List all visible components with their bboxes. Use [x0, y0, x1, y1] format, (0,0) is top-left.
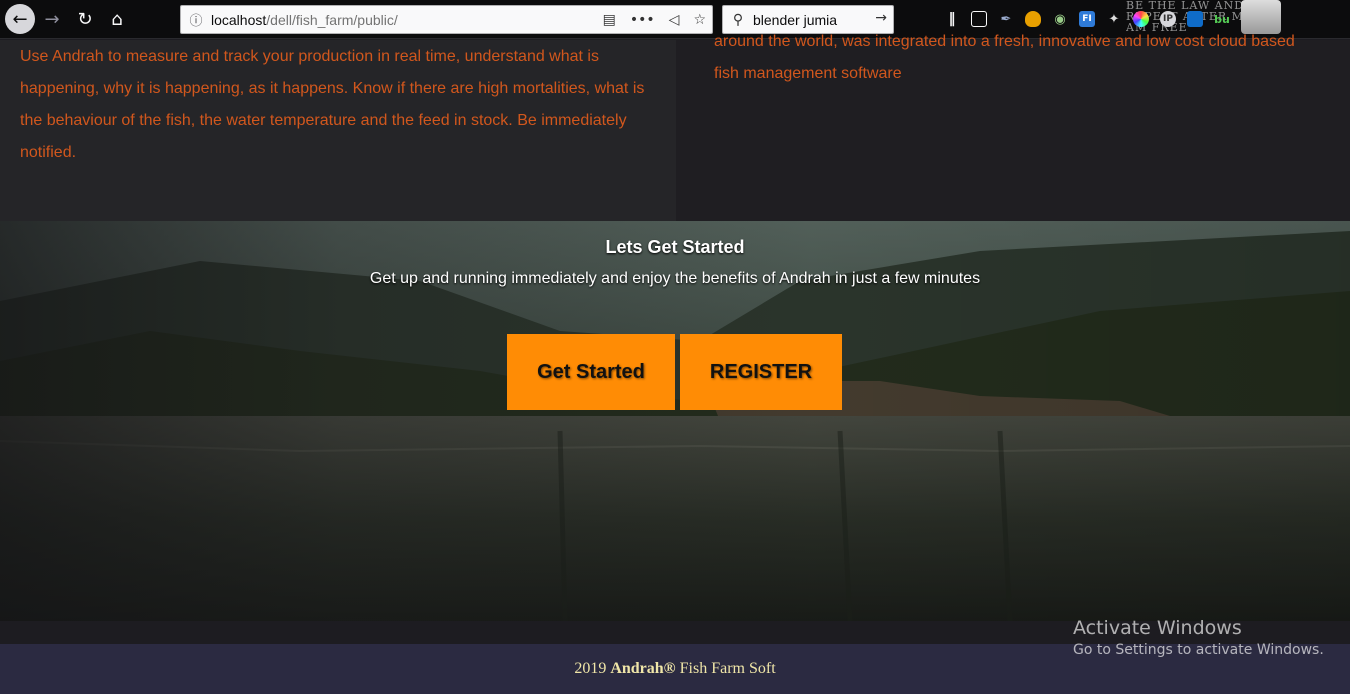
about-left-text: Use Andrah to measure and track your pro…: [20, 48, 645, 161]
forward-arrow-icon[interactable]: →: [37, 4, 67, 34]
back-arrow-icon[interactable]: ←: [5, 4, 35, 34]
bu-extension-icon[interactable]: bu: [1214, 11, 1230, 27]
activate-windows-title: Activate Windows: [1073, 617, 1242, 639]
hero-subtitle: Get up and running immediately and enjoy…: [369, 270, 981, 287]
sidebar-icon[interactable]: [971, 11, 987, 27]
reader-view-icon[interactable]: ▤: [603, 12, 616, 28]
activate-windows-watermark: Activate Windows Go to Settings to activ…: [1073, 617, 1324, 658]
color-wheel-icon[interactable]: [1133, 11, 1149, 27]
footer-year: 2019: [574, 660, 607, 677]
hero-section: Lets Get Started Get up and running imme…: [0, 221, 1350, 621]
activate-windows-subtitle: Go to Settings to activate Windows.: [1073, 642, 1324, 658]
bookmark-star-icon[interactable]: ☆: [693, 12, 706, 28]
get-started-button[interactable]: Get Started: [507, 334, 675, 410]
reload-icon[interactable]: ↻: [70, 4, 100, 34]
library-icon[interactable]: ‖: [944, 11, 960, 27]
footer-suffix: Fish Farm Soft: [679, 660, 776, 677]
hero-title: Lets Get Started: [605, 237, 745, 257]
home-icon[interactable]: ⌂: [102, 4, 132, 34]
owl-extension-icon[interactable]: ◉: [1052, 11, 1068, 27]
ip-extension-icon[interactable]: IP: [1160, 11, 1176, 27]
url-bar[interactable]: ⓘ localhost/dell/fish_farm/public/ ▤ •••…: [180, 5, 713, 34]
search-go-arrow-icon[interactable]: →: [875, 10, 887, 26]
about-section: Use Andrah to measure and track your pro…: [0, 33, 1350, 221]
about-right-text: around the world, was integrated into a …: [714, 33, 1295, 82]
dropper-icon[interactable]: ✒: [998, 11, 1014, 27]
shield-extension-icon[interactable]: [1025, 11, 1041, 27]
cloud-extension-icon[interactable]: [1187, 11, 1203, 27]
about-right-column: around the world, was integrated into a …: [676, 33, 1350, 221]
footer-brand: Andrah®: [610, 660, 676, 677]
page-actions-icon[interactable]: •••: [630, 12, 655, 28]
url-path: /dell/fish_farm/public/: [266, 11, 398, 28]
pocket-icon[interactable]: ◁: [669, 12, 680, 28]
bird-extension-icon[interactable]: ✦: [1106, 11, 1122, 27]
about-left-column: Use Andrah to measure and track your pro…: [0, 40, 676, 221]
fi-extension-icon[interactable]: FI: [1079, 11, 1095, 27]
info-icon[interactable]: ⓘ: [181, 10, 211, 29]
register-button[interactable]: REGISTER: [680, 334, 842, 410]
url-host: localhost: [211, 11, 267, 28]
